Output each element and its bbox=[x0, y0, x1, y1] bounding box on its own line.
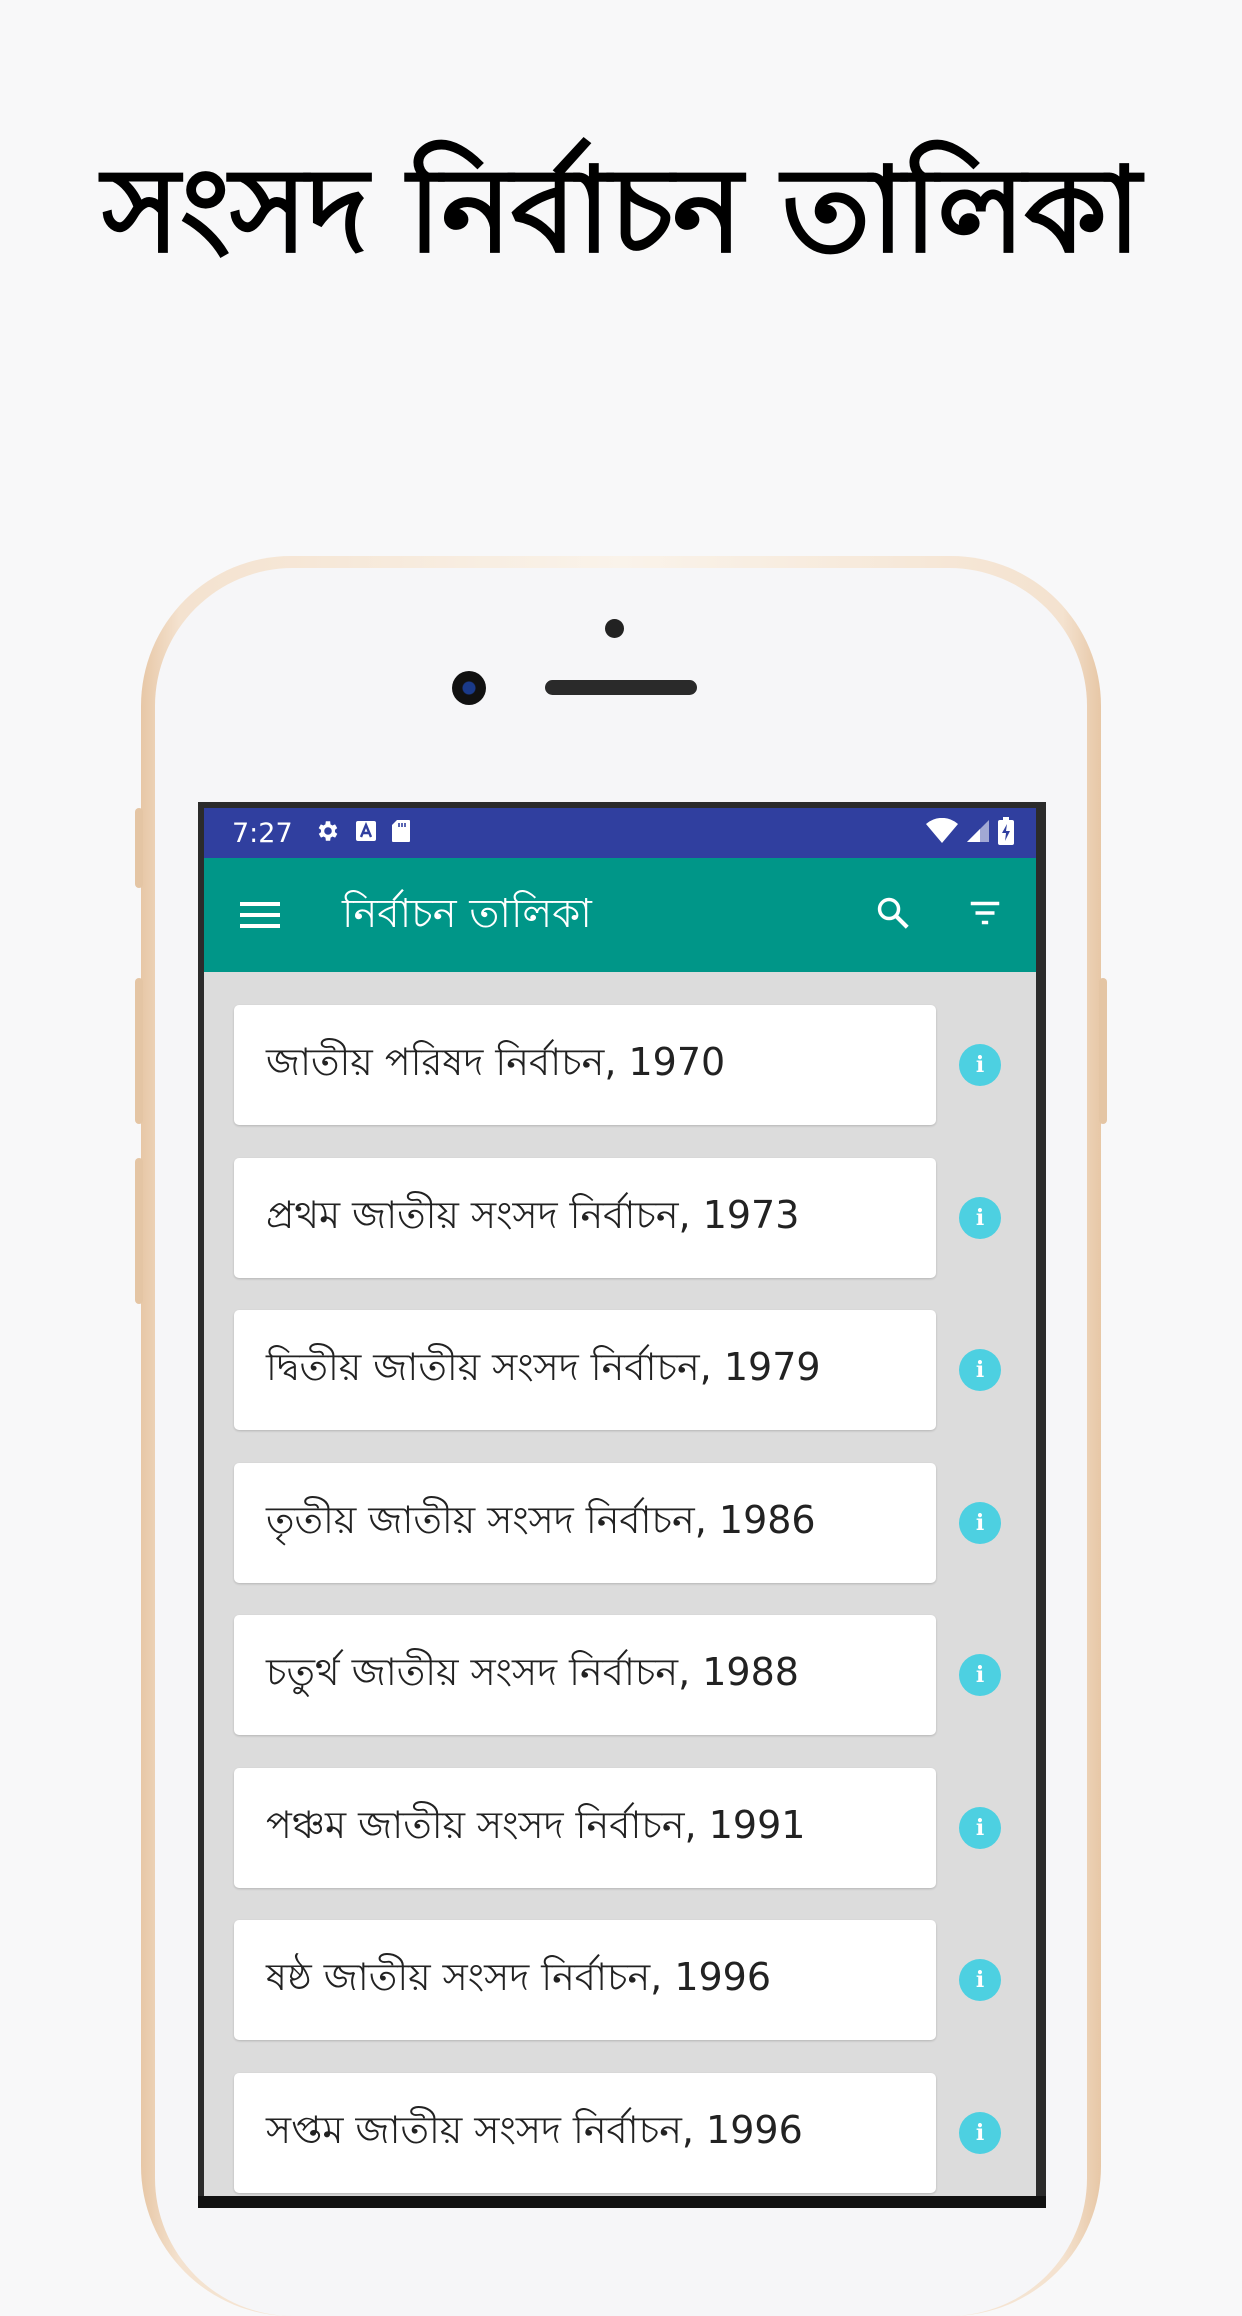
info-icon[interactable]: i bbox=[959, 1959, 1001, 2001]
election-card[interactable]: চতুর্থ জাতীয় সংসদ নির্বাচন, 1988 bbox=[234, 1615, 936, 1735]
list-item: প্রথম জাতীয় সংসদ নির্বাচন, 1973 i bbox=[204, 1158, 1036, 1278]
settings-icon bbox=[315, 818, 341, 848]
phone-power-button bbox=[1099, 978, 1107, 1124]
election-label: চতুর্থ জাতীয় সংসদ নির্বাচন, 1988 bbox=[266, 1650, 799, 1694]
a-icon bbox=[355, 820, 377, 846]
info-icon[interactable]: i bbox=[959, 1502, 1001, 1544]
election-label: দ্বিতীয় জাতীয় সংসদ নির্বাচন, 1979 bbox=[266, 1345, 821, 1389]
screen-bottom-edge bbox=[198, 2196, 1046, 2208]
election-label: প্রথম জাতীয় সংসদ নির্বাচন, 1973 bbox=[266, 1193, 800, 1237]
list-item: তৃতীয় জাতীয় সংসদ নির্বাচন, 1986 i bbox=[204, 1463, 1036, 1583]
election-card[interactable]: দ্বিতীয় জাতীয় সংসদ নির্বাচন, 1979 bbox=[234, 1310, 936, 1430]
search-icon[interactable] bbox=[874, 894, 912, 936]
phone-volume-up bbox=[135, 978, 143, 1124]
election-card[interactable]: সপ্তম জাতীয় সংসদ নির্বাচন, 1996 bbox=[234, 2073, 936, 2193]
election-list: জাতীয় পরিষদ নির্বাচন, 1970 i প্রথম জাতী… bbox=[204, 972, 1036, 2208]
info-icon[interactable]: i bbox=[959, 1197, 1001, 1239]
status-bar: 7:27 bbox=[204, 808, 1036, 858]
election-card[interactable]: ষষ্ঠ জাতীয় সংসদ নির্বাচন, 1996 bbox=[234, 1920, 936, 2040]
info-icon[interactable]: i bbox=[959, 1807, 1001, 1849]
election-label: জাতীয় পরিষদ নির্বাচন, 1970 bbox=[266, 1040, 726, 1084]
info-icon[interactable]: i bbox=[959, 1349, 1001, 1391]
election-card[interactable]: জাতীয় পরিষদ নির্বাচন, 1970 bbox=[234, 1005, 936, 1125]
election-label: তৃতীয় জাতীয় সংসদ নির্বাচন, 1986 bbox=[266, 1498, 816, 1542]
election-label: সপ্তম জাতীয় সংসদ নির্বাচন, 1996 bbox=[266, 2108, 803, 2152]
election-card[interactable]: তৃতীয় জাতীয় সংসদ নির্বাচন, 1986 bbox=[234, 1463, 936, 1583]
election-card[interactable]: প্রথম জাতীয় সংসদ নির্বাচন, 1973 bbox=[234, 1158, 936, 1278]
phone-screen: 7:27 নির্বাচন তালিকা জাতীয় পরিষদ নির্বা… bbox=[198, 802, 1046, 2208]
election-card[interactable]: পঞ্চম জাতীয় সংসদ নির্বাচন, 1991 bbox=[234, 1768, 936, 1888]
sd-card-icon bbox=[391, 819, 411, 847]
info-icon[interactable]: i bbox=[959, 2112, 1001, 2154]
status-time: 7:27 bbox=[232, 817, 293, 849]
filter-icon[interactable] bbox=[966, 894, 1004, 936]
election-label: ষষ্ঠ জাতীয় সংসদ নির্বাচন, 1996 bbox=[266, 1955, 772, 1999]
earpiece-speaker bbox=[545, 680, 697, 695]
list-item: ষষ্ঠ জাতীয় সংসদ নির্বাচন, 1996 i bbox=[204, 1920, 1036, 2040]
signal-icon bbox=[966, 819, 990, 847]
phone-volume-down bbox=[135, 1158, 143, 1304]
list-item: সপ্তম জাতীয় সংসদ নির্বাচন, 1996 i bbox=[204, 2073, 1036, 2193]
battery-charging-icon bbox=[998, 817, 1014, 849]
phone-mute-switch bbox=[135, 808, 143, 888]
list-item: চতুর্থ জাতীয় সংসদ নির্বাচন, 1988 i bbox=[204, 1615, 1036, 1735]
info-icon[interactable]: i bbox=[959, 1654, 1001, 1696]
info-icon[interactable]: i bbox=[959, 1044, 1001, 1086]
proximity-sensor bbox=[605, 619, 624, 638]
list-item: জাতীয় পরিষদ নির্বাচন, 1970 i bbox=[204, 1005, 1036, 1125]
wifi-icon bbox=[926, 817, 958, 848]
list-item: পঞ্চম জাতীয় সংসদ নির্বাচন, 1991 i bbox=[204, 1768, 1036, 1888]
app-bar: নির্বাচন তালিকা bbox=[204, 858, 1036, 972]
front-camera bbox=[452, 671, 486, 705]
list-item: দ্বিতীয় জাতীয় সংসদ নির্বাচন, 1979 i bbox=[204, 1310, 1036, 1430]
app-title: নির্বাচন তালিকা bbox=[342, 890, 592, 937]
menu-icon[interactable] bbox=[240, 902, 280, 928]
election-label: পঞ্চম জাতীয় সংসদ নির্বাচন, 1991 bbox=[266, 1803, 806, 1847]
promo-headline: সংসদ নির্বাচন তালিকা bbox=[101, 141, 1141, 279]
